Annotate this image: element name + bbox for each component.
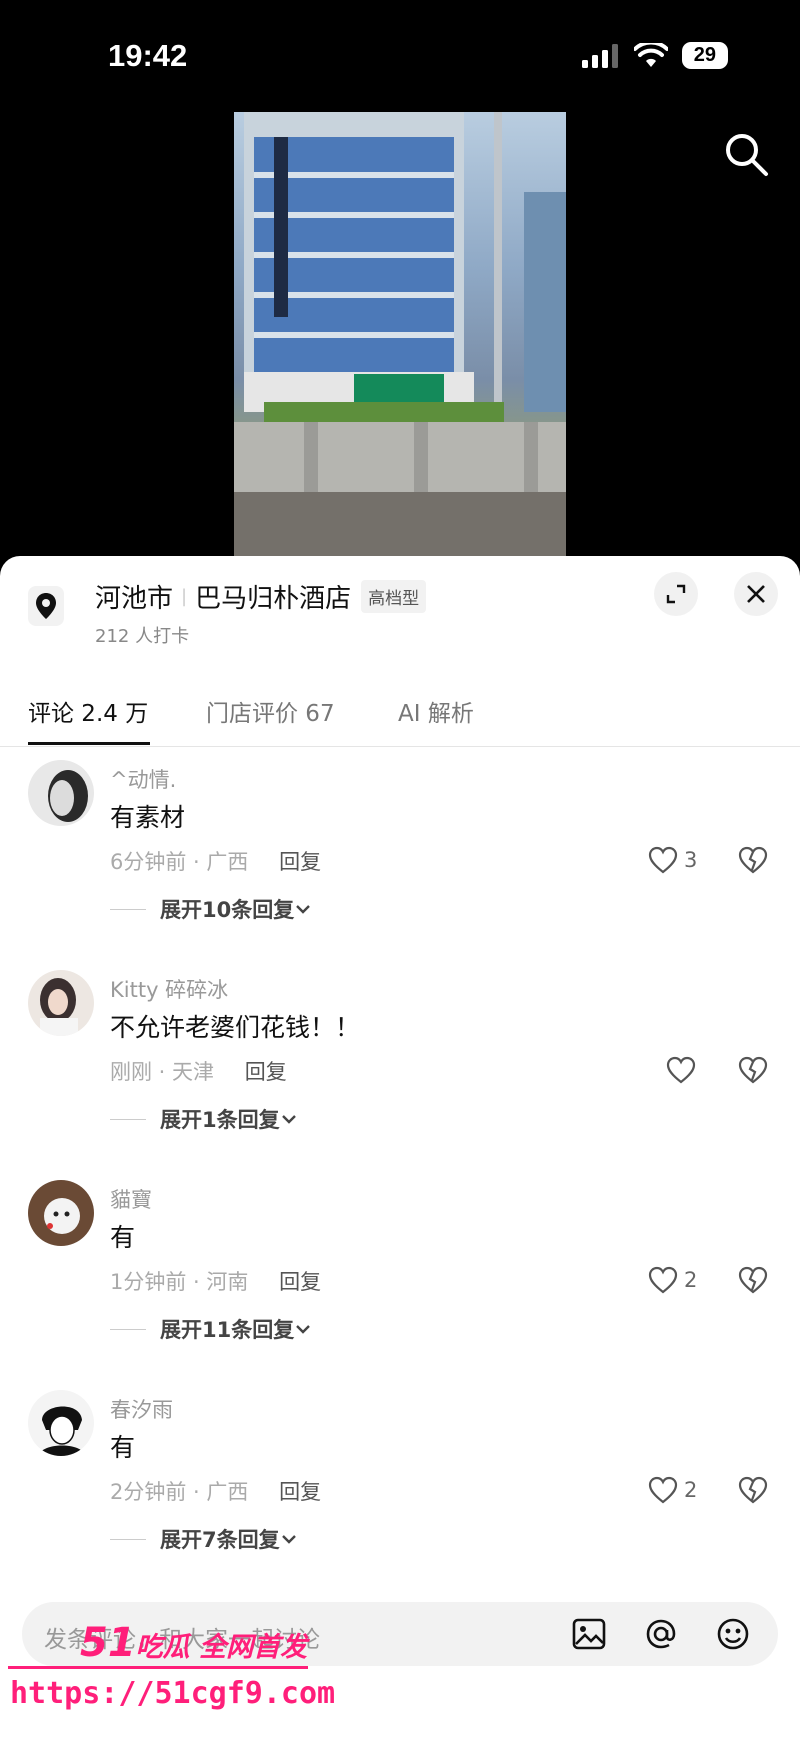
close-button[interactable]: [734, 572, 778, 616]
comment-region: 广西: [206, 1480, 249, 1504]
like-button[interactable]: 2: [648, 1266, 697, 1294]
location-title[interactable]: 河池市 | 巴马归朴酒店 高档型: [95, 578, 427, 615]
reply-button[interactable]: 回复: [245, 1060, 287, 1084]
watermark-brand: 51吃瓜 全网首发: [80, 1620, 307, 1666]
comment-text: 有素材: [110, 803, 186, 832]
close-icon: [747, 585, 765, 603]
expand-replies-label: 展开10条回复: [160, 898, 295, 922]
signal-icon: [581, 43, 618, 68]
active-tab-indicator: [28, 742, 150, 745]
comment-text: 有: [110, 1433, 136, 1462]
expand-icon: [666, 584, 686, 604]
comment-region: 广西: [206, 850, 249, 874]
divider: [110, 1118, 146, 1120]
reply-button[interactable]: 回复: [279, 1480, 321, 1504]
heart-icon: [648, 1266, 678, 1294]
tier-badge: 高档型: [361, 580, 427, 613]
like-count: 2: [684, 1268, 698, 1292]
avatar[interactable]: [28, 1180, 94, 1246]
heart-icon: [666, 1056, 696, 1084]
video-player[interactable]: [234, 112, 566, 558]
chevron-down-icon: [296, 905, 311, 914]
comment-meta: 6分钟前 · 广西 回复: [110, 850, 322, 874]
divider: [110, 908, 146, 910]
comment-time: 刚刚: [110, 1060, 152, 1084]
like-button[interactable]: 3: [648, 846, 697, 874]
broken-heart-icon[interactable]: [738, 1266, 768, 1294]
tab-ai-analysis[interactable]: AI 解析: [398, 694, 474, 728]
wifi-icon: [633, 42, 668, 67]
expand-replies-button[interactable]: 展开1条回复: [110, 1104, 298, 1134]
watermark-number: 51: [80, 1620, 136, 1666]
comment-username[interactable]: 春汐雨: [110, 1394, 173, 1424]
location-pin-icon: [28, 586, 64, 626]
comment-region: 河南: [206, 1270, 249, 1294]
like-button[interactable]: [666, 1056, 702, 1084]
like-count: 2: [684, 1478, 698, 1502]
expand-replies-button[interactable]: 展开7条回复: [110, 1524, 298, 1554]
divider: [110, 1328, 146, 1330]
chevron-down-icon: [281, 1535, 296, 1544]
tab-comments[interactable]: 评论 2.4 万: [28, 694, 148, 728]
comment-region: 天津: [172, 1060, 215, 1084]
comment-time: 6分钟前: [110, 850, 187, 874]
heart-icon: [648, 1476, 678, 1504]
watermark-text: 吃瓜 全网首发: [135, 1632, 308, 1663]
comment-username[interactable]: 貓寶: [110, 1184, 152, 1214]
comment-username[interactable]: Kitty 碎碎冰: [110, 974, 228, 1004]
comment-item: Kitty 碎碎冰 不允许老婆们花钱！！ 刚刚 · 天津 回复 展开1条回复: [0, 970, 800, 1170]
like-count: 3: [684, 848, 698, 872]
expand-replies-label: 展开7条回复: [160, 1528, 280, 1552]
expand-replies-button[interactable]: 展开11条回复: [110, 1314, 312, 1344]
checkin-count: 212 人打卡: [95, 626, 190, 647]
comment-text: 不允许老婆们花钱！！: [110, 1013, 361, 1042]
tab-bar: 评论 2.4 万 门店评价 67 AI 解析: [0, 682, 800, 747]
comment-time: 2分钟前: [110, 1480, 187, 1504]
comment-meta: 1分钟前 · 河南 回复: [110, 1270, 322, 1294]
heart-icon: [648, 846, 678, 874]
image-icon[interactable]: [570, 1615, 608, 1653]
broken-heart-icon[interactable]: [738, 1056, 768, 1084]
status-icons: 29: [581, 42, 728, 69]
battery-icon: 29: [681, 42, 728, 69]
avatar[interactable]: [28, 760, 94, 826]
emoji-icon[interactable]: [714, 1615, 752, 1653]
video-frame-image: [234, 112, 566, 558]
chevron-down-icon: [281, 1115, 296, 1124]
comment-item: ^动情. 有素材 6分钟前 · 广西 回复 3 展开10条回复: [0, 760, 800, 960]
watermark-url: https://51cgf9.com: [10, 1676, 336, 1711]
clock: 19:42: [108, 38, 188, 73]
location-city: 河池市: [95, 584, 174, 614]
expand-button[interactable]: [654, 572, 698, 616]
expand-replies-button[interactable]: 展开10条回复: [110, 894, 312, 924]
comment-item: 春汐雨 有 2分钟前 · 广西 回复 2 展开7条回复: [0, 1390, 800, 1590]
comment-meta: 2分钟前 · 广西 回复: [110, 1480, 322, 1504]
status-bar: 19:42 29: [0, 0, 800, 110]
avatar[interactable]: [28, 1390, 94, 1456]
chevron-down-icon: [296, 1325, 311, 1334]
title-separator: |: [181, 586, 188, 607]
divider: [110, 1538, 146, 1540]
comment-meta: 刚刚 · 天津 回复: [110, 1060, 287, 1084]
comment-username[interactable]: ^动情.: [110, 764, 176, 794]
location-name: 巴马归朴酒店: [195, 584, 352, 614]
watermark-underline: [8, 1666, 308, 1669]
expand-replies-label: 展开1条回复: [160, 1108, 280, 1132]
expand-replies-label: 展开11条回复: [160, 1318, 295, 1342]
at-mention-icon[interactable]: [642, 1615, 680, 1653]
avatar[interactable]: [28, 970, 94, 1036]
comment-sheet: 河池市 | 巴马归朴酒店 高档型 212 人打卡 评论 2.4 万 门店评价 6…: [0, 556, 800, 1739]
comment-text: 有: [110, 1223, 136, 1252]
search-icon[interactable]: [720, 128, 772, 180]
comment-item: 貓寶 有 1分钟前 · 河南 回复 2 展开11条回复: [0, 1180, 800, 1380]
broken-heart-icon[interactable]: [738, 846, 768, 874]
comment-time: 1分钟前: [110, 1270, 187, 1294]
tab-store-reviews[interactable]: 门店评价 67: [206, 694, 335, 728]
like-button[interactable]: 2: [648, 1476, 697, 1504]
reply-button[interactable]: 回复: [279, 850, 321, 874]
reply-button[interactable]: 回复: [279, 1270, 321, 1294]
broken-heart-icon[interactable]: [738, 1476, 768, 1504]
